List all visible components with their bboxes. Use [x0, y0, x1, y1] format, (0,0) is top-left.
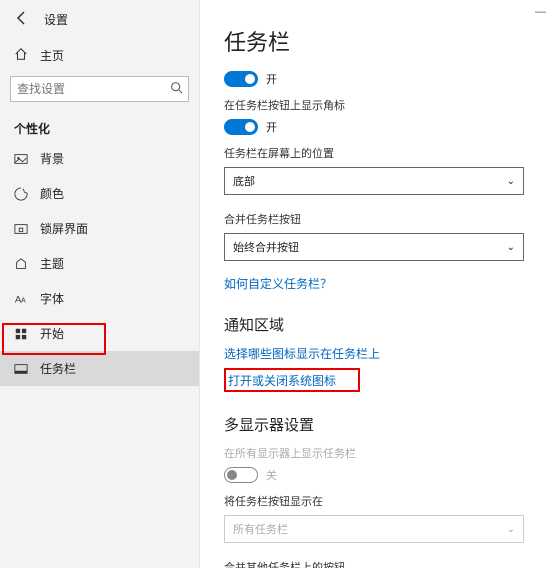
sidebar-item-colors[interactable]: 颜色	[0, 176, 199, 211]
position-select[interactable]: 底部 ⌄	[224, 167, 524, 195]
sidebar-item-start[interactable]: 开始	[0, 316, 199, 351]
home-label: 主页	[40, 47, 64, 64]
chevron-down-icon: ⌄	[507, 176, 515, 187]
nav-label: 背景	[40, 150, 64, 167]
sidebar-item-lockscreen[interactable]: 锁屏界面	[0, 211, 199, 246]
chevron-down-icon: ⌄	[507, 524, 515, 535]
svg-text:A: A	[21, 297, 26, 304]
nav-label: 任务栏	[40, 360, 76, 377]
toggle-label: 关	[266, 467, 277, 483]
multi-monitor-heading: 多显示器设置	[224, 414, 534, 435]
nav-label: 字体	[40, 290, 64, 307]
taskbar-icon	[14, 362, 28, 376]
select-value: 所有任务栏	[233, 521, 288, 537]
select-value: 始终合并按钮	[233, 239, 299, 255]
sidebar-item-fonts[interactable]: AA 字体	[0, 281, 199, 316]
showon-label: 将任务栏按钮显示在	[224, 493, 534, 509]
picture-icon	[14, 152, 28, 166]
badge-description: 在任务栏按钮上显示角标	[224, 97, 534, 113]
toggle-show-badges[interactable]: 开	[224, 119, 534, 135]
back-icon[interactable]	[14, 10, 30, 29]
home-icon	[14, 47, 28, 64]
select-icons-link[interactable]: 选择哪些图标显示在任务栏上	[224, 345, 534, 362]
search-input[interactable]	[10, 76, 189, 102]
annotation-highlight-link: 打开或关闭系统图标	[224, 368, 360, 392]
nav-label: 开始	[40, 325, 64, 342]
sidebar-item-background[interactable]: 背景	[0, 141, 199, 176]
nav-label: 颜色	[40, 185, 64, 202]
toggle-label: 开	[266, 119, 277, 135]
nav-label: 主题	[40, 255, 64, 272]
nav-label: 锁屏界面	[40, 220, 88, 237]
toggle-multi-monitor: 关	[224, 467, 534, 483]
search-icon	[170, 81, 183, 97]
sidebar-item-taskbar[interactable]: 任务栏	[0, 351, 199, 386]
multi-desc: 在所有显示器上显示任务栏	[224, 445, 534, 461]
lockscreen-icon	[14, 222, 28, 236]
settings-title: 设置	[44, 11, 68, 28]
palette-icon	[14, 187, 28, 201]
position-label: 任务栏在屏幕上的位置	[224, 145, 534, 161]
combine-label: 合并任务栏按钮	[224, 211, 534, 227]
page-title: 任务栏	[224, 25, 534, 57]
start-icon	[14, 327, 28, 341]
select-value: 底部	[233, 173, 255, 189]
customize-taskbar-link[interactable]: 如何自定义任务栏？	[224, 275, 534, 292]
fonts-icon: AA	[14, 292, 28, 306]
sidebar-item-themes[interactable]: 主题	[0, 246, 199, 281]
section-personalization: 个性化	[0, 112, 199, 141]
toggle-lock-taskbar[interactable]: 开	[224, 71, 534, 87]
showon-select: 所有任务栏 ⌄	[224, 515, 524, 543]
combine-select[interactable]: 始终合并按钮 ⌄	[224, 233, 524, 261]
sidebar-home[interactable]: 主页	[0, 39, 199, 72]
themes-icon	[14, 257, 28, 271]
minimize-button[interactable]: —	[535, 6, 546, 18]
chevron-down-icon: ⌄	[507, 242, 515, 253]
notification-area-heading: 通知区域	[224, 314, 534, 335]
system-icons-link[interactable]: 打开或关闭系统图标	[228, 372, 336, 389]
toggle-label: 开	[266, 71, 277, 87]
multi-combine-label: 合并其他任务栏上的按钮	[224, 559, 534, 568]
